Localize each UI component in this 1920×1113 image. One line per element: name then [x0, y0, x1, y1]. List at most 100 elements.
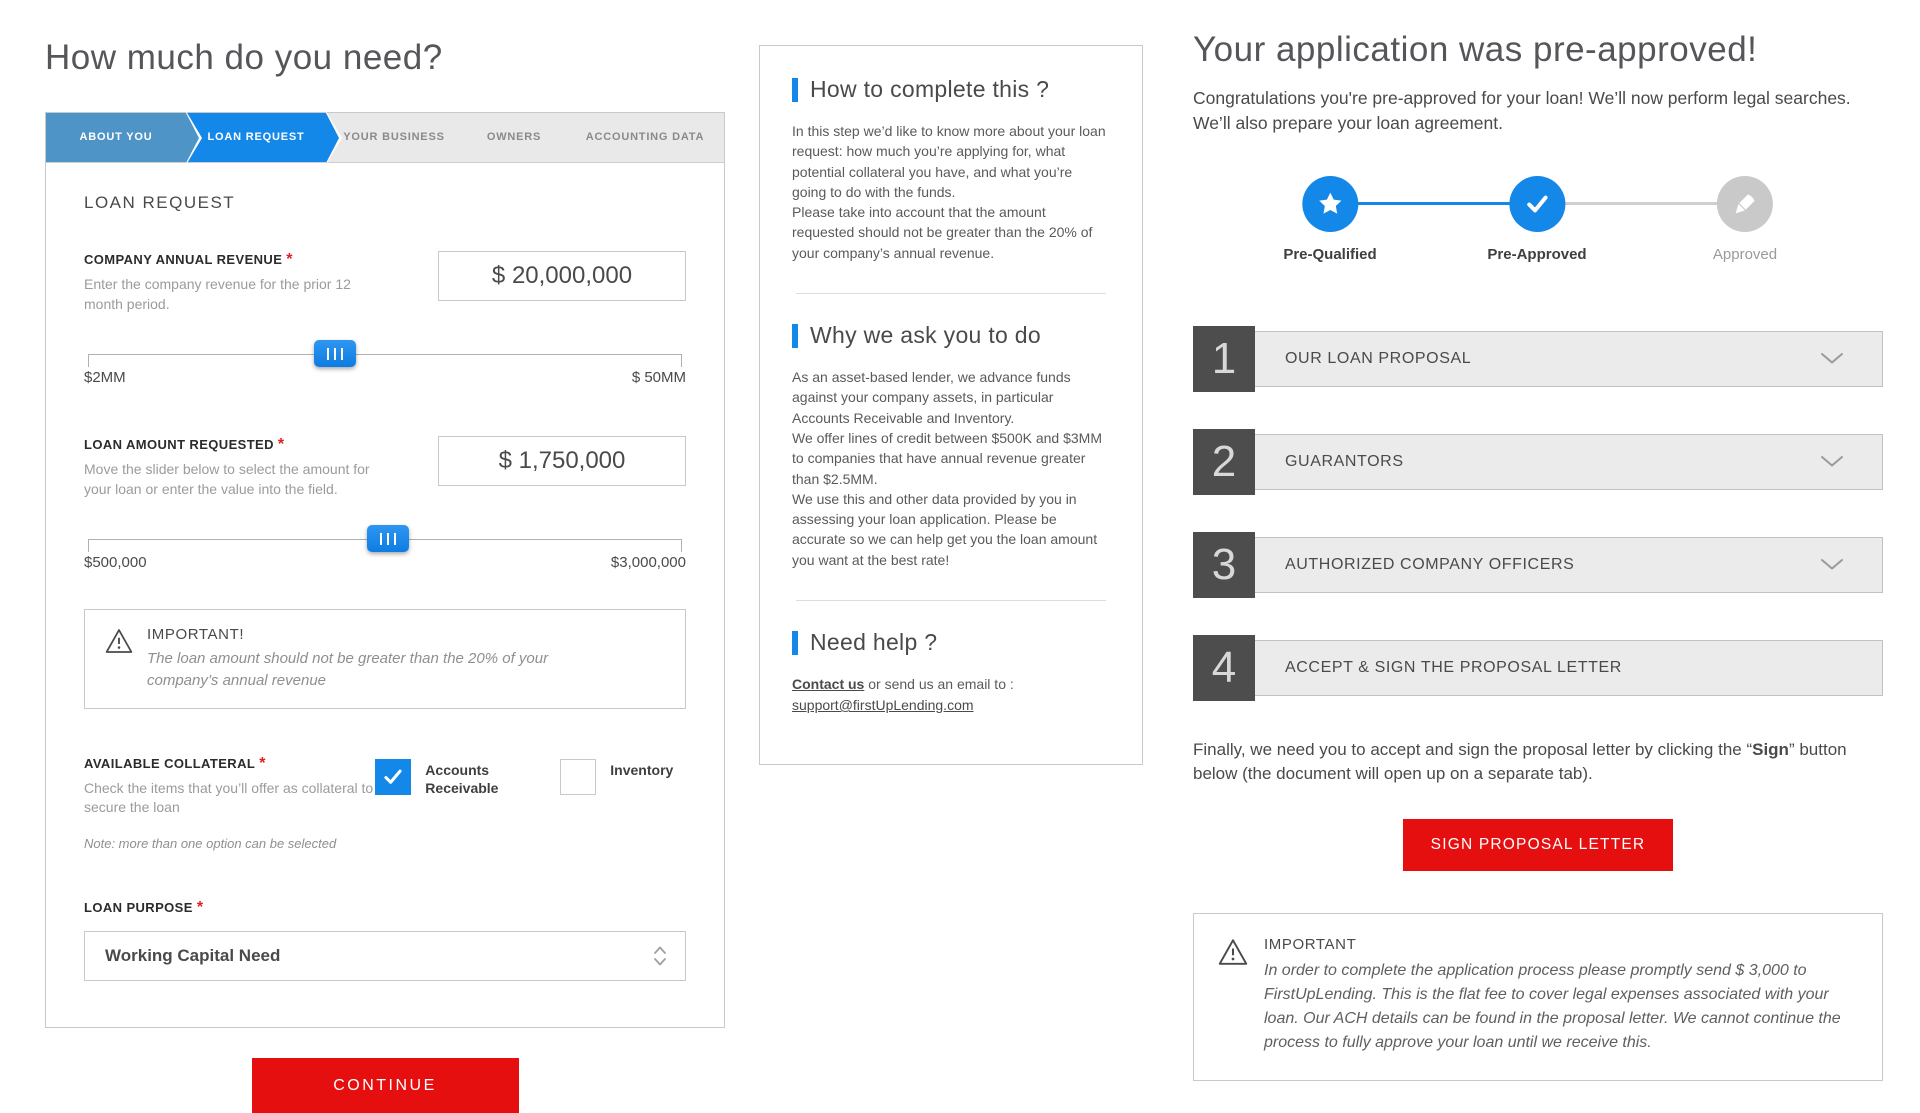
accordion-label: AUTHORIZED COMPANY OFFICERS — [1285, 556, 1574, 574]
loan-amount-min-label: $500,000 — [84, 554, 147, 571]
checkbox-label: Accounts Receivable — [425, 759, 520, 797]
chevron-down-icon — [1820, 558, 1844, 571]
loan-request-panel: ABOUT YOU LOAN REQUEST YOUR BUSINESS OWN… — [45, 112, 725, 1028]
page-title: How much do you need? — [45, 38, 725, 78]
accordion-item-guarantors[interactable]: 2 GUARANTORS — [1193, 429, 1883, 495]
tab-loan-request[interactable]: LOAN REQUEST — [186, 113, 326, 162]
pre-approval-column: Your application was pre-approved! Congr… — [1193, 30, 1883, 1081]
step-approved: Approved — [1713, 176, 1777, 263]
form-step-tabs: ABOUT YOU LOAN REQUEST YOUR BUSINESS OWN… — [46, 113, 724, 163]
proposal-accordion: 1 OUR LOAN PROPOSAL 2 GUARANTORS 3 AUTHO… — [1193, 326, 1883, 701]
step-number: 1 — [1193, 326, 1255, 392]
help-paragraph: In this step we’d like to know more abou… — [792, 121, 1110, 202]
loan-amount-slider[interactable] — [88, 539, 682, 540]
blue-accent-bar — [792, 78, 798, 102]
accordion-label: GUARANTORS — [1285, 453, 1404, 471]
revenue-slider[interactable] — [88, 354, 682, 355]
contact-text: or send us an email to : — [864, 676, 1013, 692]
accordion-item-accept-sign[interactable]: 4 ACCEPT & SIGN THE PROPOSAL LETTER — [1193, 635, 1883, 701]
tab-about-you[interactable]: ABOUT YOU — [46, 113, 186, 162]
revenue-slider-handle[interactable] — [314, 340, 356, 367]
pre-approved-intro: Congratulations you're pre-approved for … — [1193, 86, 1865, 136]
help-paragraph: We offer lines of credit between $500K a… — [792, 428, 1110, 489]
pre-approved-title: Your application was pre-approved! — [1193, 30, 1883, 70]
check-icon — [1509, 176, 1565, 232]
help-section-heading: How to complete this ? — [792, 76, 1110, 103]
continue-button[interactable]: CONTINUE — [252, 1058, 519, 1113]
help-paragraph: We use this and other data provided by y… — [792, 489, 1110, 570]
help-paragraph: As an asset-based lender, we advance fun… — [792, 367, 1110, 428]
loan-purpose-select[interactable]: Working Capital Need — [84, 931, 686, 981]
required-mark: * — [278, 436, 284, 453]
chevron-down-icon — [1820, 455, 1844, 468]
loan-amount-input[interactable] — [438, 436, 686, 486]
finally-instruction: Finally, we need you to accept and sign … — [1193, 738, 1873, 787]
checkbox-label: Inventory — [610, 759, 673, 779]
important-notice: IMPORTANT! The loan amount should not be… — [84, 609, 686, 709]
accordion-label: ACCEPT & SIGN THE PROPOSAL LETTER — [1285, 659, 1622, 677]
loan-purpose-field: LOAN PURPOSE * Working Capital Need — [84, 899, 686, 981]
help-panel: How to complete this ? In this step we’d… — [759, 45, 1143, 765]
loan-amount-description: Move the slider below to select the amou… — [84, 460, 384, 499]
help-section-heading: Need help ? — [792, 629, 1110, 656]
divider — [796, 293, 1106, 294]
revenue-input[interactable] — [438, 251, 686, 301]
step-pre-approved: Pre-Approved — [1487, 176, 1586, 263]
loan-amount-label: LOAN AMOUNT REQUESTED — [84, 437, 274, 452]
tab-owners[interactable]: OWNERS — [462, 113, 566, 162]
warning-icon — [1218, 936, 1248, 1058]
check-icon — [383, 768, 403, 786]
tab-your-business[interactable]: YOUR BUSINESS — [326, 113, 462, 162]
loan-amount-slider-handle[interactable] — [367, 525, 409, 552]
select-chevrons-icon — [653, 945, 667, 967]
fee-important-notice: IMPORTANT In order to complete the appli… — [1193, 913, 1883, 1081]
warning-icon — [105, 626, 133, 692]
star-icon — [1302, 176, 1358, 232]
step-label: Pre-Approved — [1487, 246, 1586, 263]
step-label: Pre-Qualified — [1283, 246, 1376, 263]
revenue-min-label: $2MM — [84, 369, 126, 386]
loan-purpose-label: LOAN PURPOSE — [84, 900, 193, 915]
divider — [796, 600, 1106, 601]
important-text: The loan amount should not be greater th… — [147, 648, 617, 692]
accordion-item-loan-proposal[interactable]: 1 OUR LOAN PROPOSAL — [1193, 326, 1883, 392]
accounts-receivable-checkbox[interactable] — [375, 759, 411, 795]
sign-proposal-letter-button[interactable]: SIGN PROPOSAL LETTER — [1403, 819, 1673, 871]
collateral-option-accounts-receivable: Accounts Receivable — [375, 759, 520, 797]
loan-request-form-column: How much do you need? ABOUT YOU LOAN REQ… — [45, 38, 725, 1113]
contact-us-link[interactable]: Contact us — [792, 676, 864, 692]
pen-icon — [1717, 176, 1773, 232]
accordion-label: OUR LOAN PROPOSAL — [1285, 350, 1471, 368]
step-number: 3 — [1193, 532, 1255, 598]
blue-accent-bar — [792, 324, 798, 348]
required-mark: * — [197, 899, 203, 916]
step-number: 2 — [1193, 429, 1255, 495]
section-title: LOAN REQUEST — [84, 193, 686, 213]
blue-accent-bar — [792, 631, 798, 655]
tab-accounting-data[interactable]: ACCOUNTING DATA — [566, 113, 724, 162]
important-title: IMPORTANT — [1264, 936, 1858, 953]
accordion-item-authorized-officers[interactable]: 3 AUTHORIZED COMPANY OFFICERS — [1193, 532, 1883, 598]
collateral-description: Check the items that you’ll offer as col… — [84, 779, 375, 818]
inventory-checkbox[interactable] — [560, 759, 596, 795]
revenue-max-label: $ 50MM — [632, 369, 686, 386]
required-mark: * — [259, 755, 265, 772]
loan-amount-max-label: $3,000,000 — [611, 554, 686, 571]
collateral-option-inventory: Inventory — [560, 759, 673, 797]
collateral-row: AVAILABLE COLLATERAL* Check the items th… — [84, 755, 686, 851]
approval-progress-stepper: Pre-Qualified Pre-Approved Approved — [1193, 176, 1883, 286]
collateral-note: Note: more than one option can be select… — [84, 836, 375, 851]
support-email-link[interactable]: support@firstUpLending.com — [792, 697, 974, 713]
step-label: Approved — [1713, 246, 1777, 263]
revenue-field-row: COMPANY ANNUAL REVENUE * Enter the compan… — [84, 251, 686, 314]
required-mark: * — [286, 251, 292, 268]
loan-amount-field-row: LOAN AMOUNT REQUESTED * Move the slider b… — [84, 436, 686, 499]
important-title: IMPORTANT! — [147, 626, 617, 643]
step-number: 4 — [1193, 635, 1255, 701]
step-pre-qualified: Pre-Qualified — [1283, 176, 1376, 263]
chevron-down-icon — [1820, 352, 1844, 365]
revenue-label: COMPANY ANNUAL REVENUE — [84, 252, 282, 267]
sign-emphasis: Sign — [1752, 740, 1789, 759]
revenue-description: Enter the company revenue for the prior … — [84, 275, 384, 314]
help-section-heading: Why we ask you to do — [792, 322, 1110, 349]
